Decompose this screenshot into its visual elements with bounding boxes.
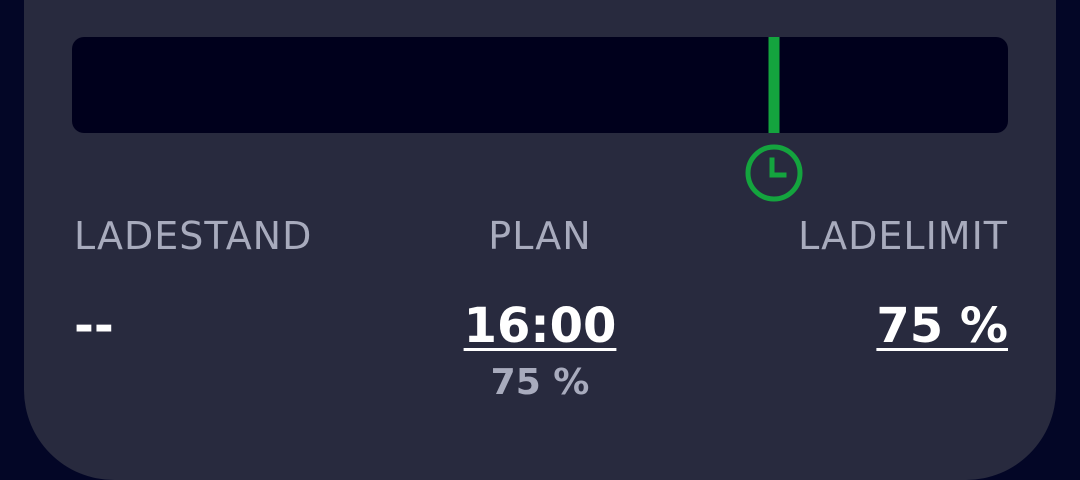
charge-plan-bar	[72, 37, 1008, 133]
ladestand-label: LADESTAND	[74, 214, 313, 258]
ladestand-value: --	[74, 298, 114, 354]
plan-marker-line	[768, 37, 780, 133]
clock-icon[interactable]	[744, 143, 804, 203]
plan-label: PLAN	[488, 214, 592, 258]
ladelimit-label: LADELIMIT	[798, 214, 1008, 258]
plan-time-button[interactable]: 16:00	[464, 298, 617, 354]
ladelimit-button[interactable]: 75 %	[876, 298, 1008, 354]
plan-soc: 75 %	[490, 362, 590, 403]
